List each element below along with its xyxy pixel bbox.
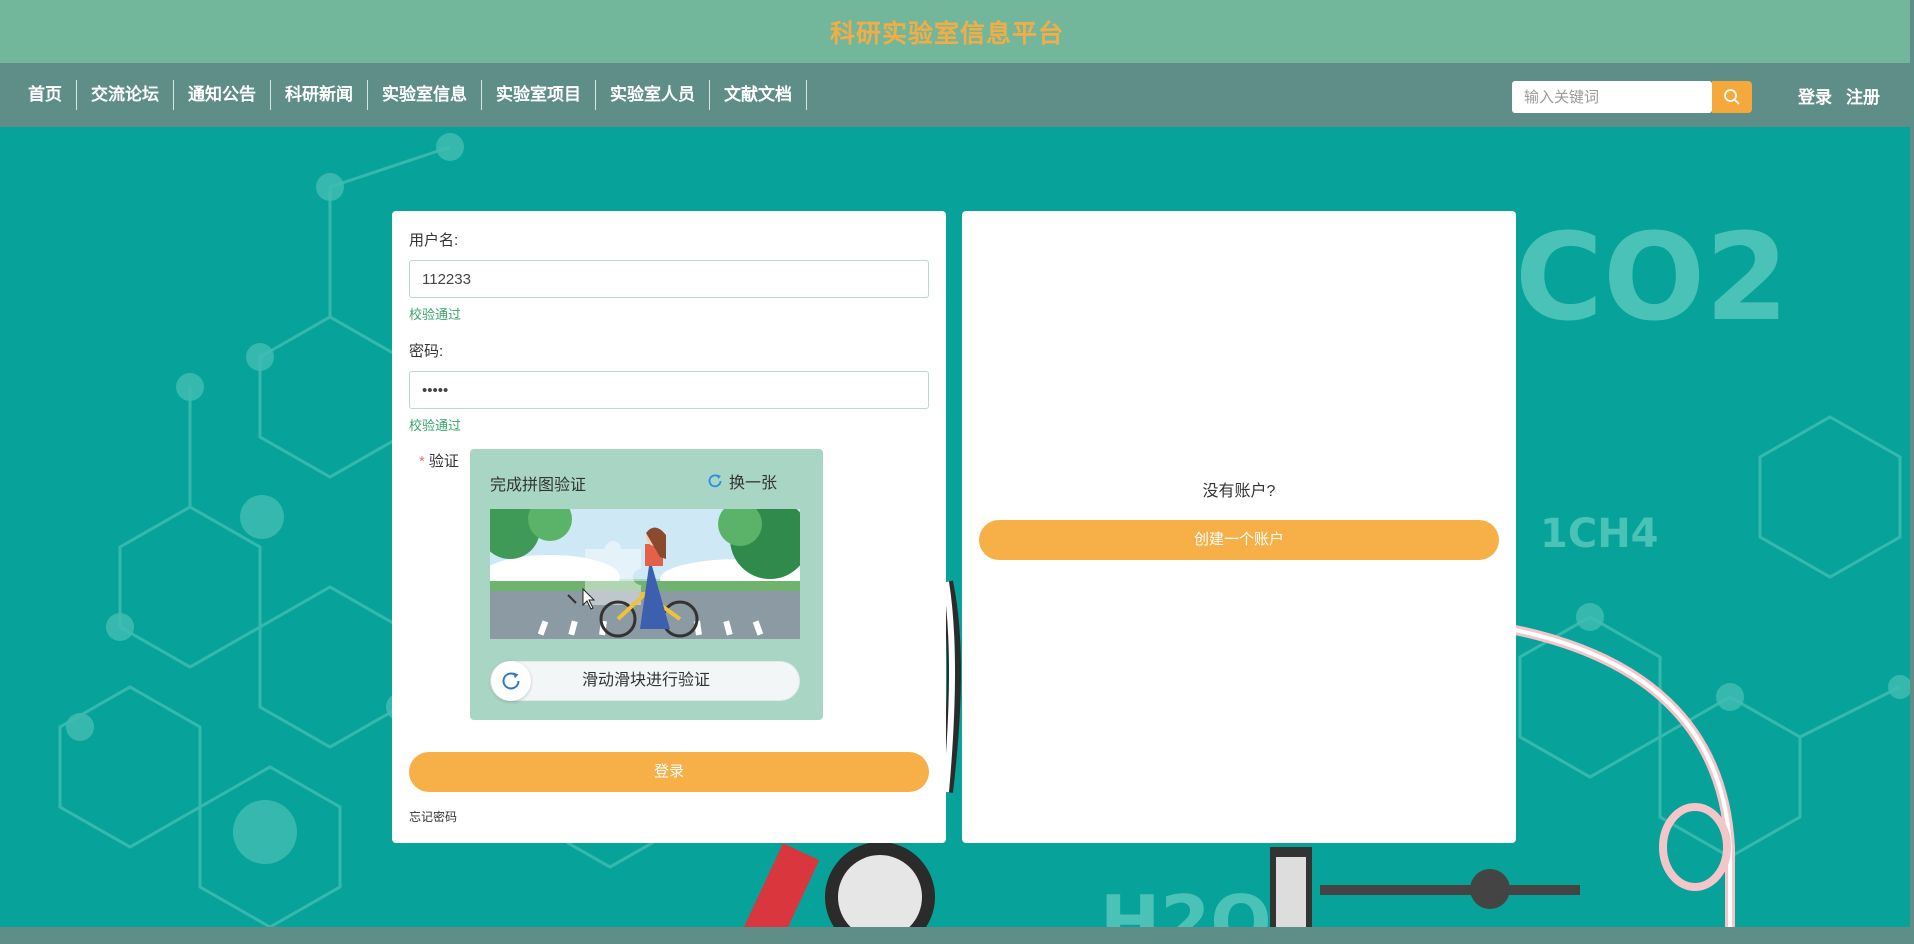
puzzle-illustration: [490, 509, 800, 639]
login-card: 用户名: 校验通过 密码: 校验通过 *验证 完成拼图验证 换一张: [392, 211, 946, 843]
nav-item-research-news[interactable]: 科研新闻: [271, 80, 368, 110]
captcha-panel: 完成拼图验证 换一张 滑动滑块进行验证: [470, 449, 823, 720]
decor-text-co2: CO2: [1515, 209, 1789, 348]
refresh-icon: [502, 672, 520, 690]
refresh-icon: [708, 474, 722, 488]
captcha-puzzle-image: [490, 509, 800, 639]
register-card: 没有账户? 创建一个账户: [962, 211, 1516, 843]
captcha-refresh-button[interactable]: 换一张: [707, 469, 777, 493]
no-account-text: 没有账户?: [1202, 483, 1276, 500]
scrollbar[interactable]: [1910, 0, 1914, 944]
auth-links: 登录 注册: [1798, 63, 1880, 127]
nav-login-link[interactable]: 登录: [1798, 83, 1832, 108]
captcha-slider-handle[interactable]: [491, 661, 531, 701]
password-label: 密码:: [409, 343, 444, 360]
search-input[interactable]: [1512, 81, 1712, 113]
captcha-label-text: 验证: [428, 453, 459, 470]
login-submit-button[interactable]: 登录: [409, 752, 929, 792]
captcha-slider[interactable]: 滑动滑块进行验证: [490, 661, 800, 701]
nav-register-link[interactable]: 注册: [1846, 83, 1880, 108]
site-header: 科研实验室信息平台: [0, 0, 1914, 63]
username-label: 用户名:: [409, 232, 459, 249]
captcha-title: 完成拼图验证: [490, 477, 587, 494]
nav-item-documents[interactable]: 文献文档: [710, 80, 807, 110]
search-box: [1512, 81, 1712, 113]
decor-text-h2o: H2O: [1100, 880, 1272, 927]
nav-item-forum[interactable]: 交流论坛: [77, 80, 174, 110]
username-field[interactable]: [409, 260, 929, 298]
nav-item-home[interactable]: 首页: [14, 80, 77, 110]
nav-item-lab-staff[interactable]: 实验室人员: [596, 80, 710, 110]
main-nav: 首页 交流论坛 通知公告 科研新闻 实验室信息 实验室项目 实验室人员 文献文档…: [0, 63, 1914, 127]
required-mark: *: [419, 453, 425, 470]
username-valid-msg: 校验通过: [409, 307, 462, 322]
molecule-pattern: CO2 1CH4 H2O: [58, 133, 1912, 927]
forgot-password-link[interactable]: 忘记密码: [409, 808, 457, 825]
search-button[interactable]: [1712, 81, 1752, 113]
nav-item-lab-info[interactable]: 实验室信息: [368, 80, 482, 110]
footer-strip: [0, 927, 1914, 944]
nav-item-lab-projects[interactable]: 实验室项目: [482, 80, 596, 110]
decor-text-ch4: 1CH4: [1540, 511, 1659, 557]
captcha-slider-text: 滑动滑块进行验证: [581, 672, 710, 689]
captcha-refresh-label: 换一张: [729, 475, 778, 492]
password-field[interactable]: [409, 371, 929, 409]
search-icon: [1724, 89, 1740, 105]
site-title: 科研实验室信息平台: [829, 18, 1064, 48]
nav-item-notices[interactable]: 通知公告: [174, 80, 271, 110]
background-illustration: CO2 1CH4 H2O: [0, 127, 1914, 927]
password-valid-msg: 校验通过: [409, 418, 462, 433]
nav-menu: 首页 交流论坛 通知公告 科研新闻 实验室信息 实验室项目 实验室人员 文献文档: [14, 63, 807, 127]
captcha-label: * 验证: [419, 450, 459, 471]
create-account-button[interactable]: 创建一个账户: [979, 520, 1499, 560]
